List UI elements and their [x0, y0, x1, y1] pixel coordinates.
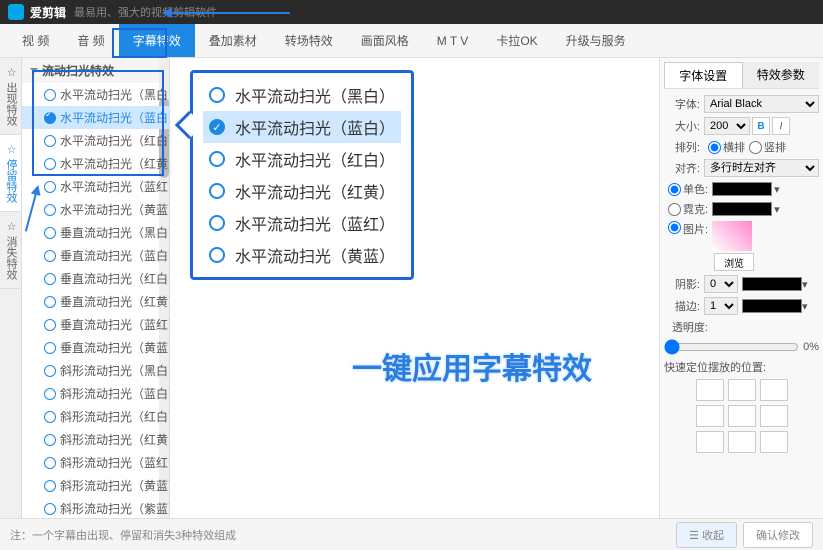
- font-select[interactable]: Arial Black: [704, 95, 819, 113]
- pos-br[interactable]: [760, 431, 788, 453]
- effect-item[interactable]: 斜形流动扫光（红白）: [22, 405, 169, 428]
- image-preview: [712, 221, 752, 251]
- radio-icon: [209, 87, 225, 103]
- effect-item[interactable]: 水平流动扫光（黑白）: [22, 83, 169, 106]
- sidebar-tab-0[interactable]: ☆ 出现特效: [0, 58, 21, 135]
- tab-5[interactable]: 画面风格: [347, 24, 423, 57]
- radio-icon: [209, 151, 225, 167]
- tab-4[interactable]: 转场特效: [271, 24, 347, 57]
- effect-item[interactable]: 水平流动扫光（蓝红）: [22, 175, 169, 198]
- shadow-label: 阴影:: [664, 276, 700, 292]
- effect-item[interactable]: 垂直流动扫光（蓝白）: [22, 244, 169, 267]
- pos-ml[interactable]: [696, 405, 724, 427]
- tab-0[interactable]: 视 频: [8, 24, 63, 57]
- align-label: 对齐:: [664, 160, 700, 176]
- size-select[interactable]: 200: [704, 117, 750, 135]
- tab-6[interactable]: M T V: [423, 26, 483, 56]
- position-grid: [664, 379, 819, 453]
- neon-color-swatch[interactable]: [712, 202, 772, 216]
- effect-item[interactable]: 斜形流动扫光（黑白）: [22, 359, 169, 382]
- image-radio[interactable]: [668, 221, 681, 234]
- browse-button[interactable]: 浏览: [714, 253, 754, 271]
- desc-color[interactable]: [742, 299, 802, 313]
- pos-tc[interactable]: [728, 379, 756, 401]
- effect-item[interactable]: 垂直流动扫光（红黄）: [22, 290, 169, 313]
- footer-note: 注：一个字幕由出现、停留和消失3种特效组成: [10, 527, 236, 543]
- font-label: 字体:: [664, 96, 700, 112]
- tab-3[interactable]: 叠加素材: [195, 24, 271, 57]
- align-select[interactable]: 多行时左对齐: [704, 159, 819, 177]
- arrange-h-radio[interactable]: [708, 141, 721, 154]
- desc-select[interactable]: 1: [704, 297, 738, 315]
- pos-tr[interactable]: [760, 379, 788, 401]
- annotation-banner: 一键应用字幕特效: [338, 338, 606, 394]
- popup-item-2[interactable]: 水平流动扫光（红白）: [203, 143, 401, 175]
- size-label: 大小:: [664, 118, 700, 134]
- main-tabs: 视 频音 频字幕特效叠加素材转场特效画面风格M T V卡拉OK升级与服务: [0, 24, 823, 58]
- sidebar-tab-2[interactable]: ☆ 消失特效: [0, 212, 21, 289]
- opacity-slider[interactable]: [664, 339, 799, 355]
- bold-button[interactable]: B: [752, 117, 770, 135]
- popup-item-1[interactable]: 水平流动扫光（蓝白）: [203, 111, 401, 143]
- footer: 注：一个字幕由出现、停留和消失3种特效组成 ☰ 收起 确认修改: [0, 518, 823, 550]
- effect-list[interactable]: 流动扫光特效水平流动扫光（黑白）水平流动扫光（蓝白）水平流动扫光（红白）水平流动…: [22, 58, 170, 518]
- effect-item[interactable]: 垂直流动扫光（黄蓝）: [22, 336, 169, 359]
- prop-tab-font[interactable]: 字体设置: [664, 62, 743, 88]
- pos-bc[interactable]: [728, 431, 756, 453]
- radio-icon: [209, 247, 225, 263]
- effect-item[interactable]: 斜形流动扫光（红黄）: [22, 428, 169, 451]
- shadow-color[interactable]: [742, 277, 802, 291]
- radio-icon: [209, 183, 225, 199]
- tab-8[interactable]: 升级与服务: [552, 24, 640, 57]
- desc-label: 描边:: [664, 298, 700, 314]
- effect-group-0[interactable]: 流动扫光特效: [22, 58, 169, 83]
- opacity-label: 透明度:: [664, 319, 708, 335]
- shadow-select[interactable]: 0: [704, 275, 738, 293]
- prop-tab-effect[interactable]: 特效参数: [743, 62, 820, 88]
- effect-item[interactable]: 斜形流动扫光（蓝白）: [22, 382, 169, 405]
- annotation-arrow-1: [170, 12, 290, 14]
- pos-tl[interactable]: [696, 379, 724, 401]
- confirm-button[interactable]: 确认修改: [743, 522, 813, 548]
- effect-item[interactable]: 斜形流动扫光（黄蓝）: [22, 474, 169, 497]
- arrange-v-radio[interactable]: [749, 141, 762, 154]
- popup-effect-list: 水平流动扫光（黑白）水平流动扫光（蓝白）水平流动扫光（红白）水平流动扫光（红黄）…: [190, 70, 414, 280]
- effect-item[interactable]: 水平流动扫光（红黄）: [22, 152, 169, 175]
- pos-mr[interactable]: [760, 405, 788, 427]
- tab-1[interactable]: 音 频: [63, 24, 118, 57]
- popup-item-5[interactable]: 水平流动扫光（黄蓝）: [203, 239, 401, 271]
- effect-item[interactable]: 斜形流动扫光（蓝红）: [22, 451, 169, 474]
- effect-item[interactable]: 水平流动扫光（黄蓝）: [22, 198, 169, 221]
- radio-icon: [209, 215, 225, 231]
- neon-radio[interactable]: [668, 203, 681, 216]
- pos-mc[interactable]: [728, 405, 756, 427]
- app-name: 爱剪辑: [30, 4, 66, 21]
- effect-item[interactable]: 水平流动扫光（蓝白）: [22, 106, 169, 129]
- sidebar-left: ☆ 出现特效☆ 停留特效☆ 消失特效: [0, 58, 22, 518]
- sidebar-tab-1[interactable]: ☆ 停留特效: [0, 135, 21, 212]
- properties-panel: 字体设置 特效参数 字体:Arial Black 大小:200 B I 排列: …: [659, 58, 823, 518]
- effect-item[interactable]: 斜形流动扫光（紫蓝）: [22, 497, 169, 518]
- quickpos-label: 快速定位摆放的位置:: [664, 359, 766, 375]
- pos-bl[interactable]: [696, 431, 724, 453]
- app-logo-icon: [8, 4, 24, 20]
- tab-2[interactable]: 字幕特效: [119, 24, 195, 57]
- solid-radio[interactable]: [668, 183, 681, 196]
- popup-item-3[interactable]: 水平流动扫光（红黄）: [203, 175, 401, 207]
- radio-icon: [209, 119, 225, 135]
- effect-item[interactable]: 垂直流动扫光（黑白）: [22, 221, 169, 244]
- popup-item-0[interactable]: 水平流动扫光（黑白）: [203, 79, 401, 111]
- effect-item[interactable]: 垂直流动扫光（蓝红）: [22, 313, 169, 336]
- popup-item-4[interactable]: 水平流动扫光（蓝红）: [203, 207, 401, 239]
- arrange-label: 排列:: [664, 139, 700, 155]
- titlebar: 爱剪辑 最易用、强大的视频剪辑软件: [0, 0, 823, 24]
- solid-color-swatch[interactable]: [712, 182, 772, 196]
- tab-7[interactable]: 卡拉OK: [482, 24, 551, 57]
- collapse-button[interactable]: ☰ 收起: [676, 522, 737, 548]
- effect-item[interactable]: 水平流动扫光（红白）: [22, 129, 169, 152]
- italic-button[interactable]: I: [772, 117, 790, 135]
- effect-item[interactable]: 垂直流动扫光（红白）: [22, 267, 169, 290]
